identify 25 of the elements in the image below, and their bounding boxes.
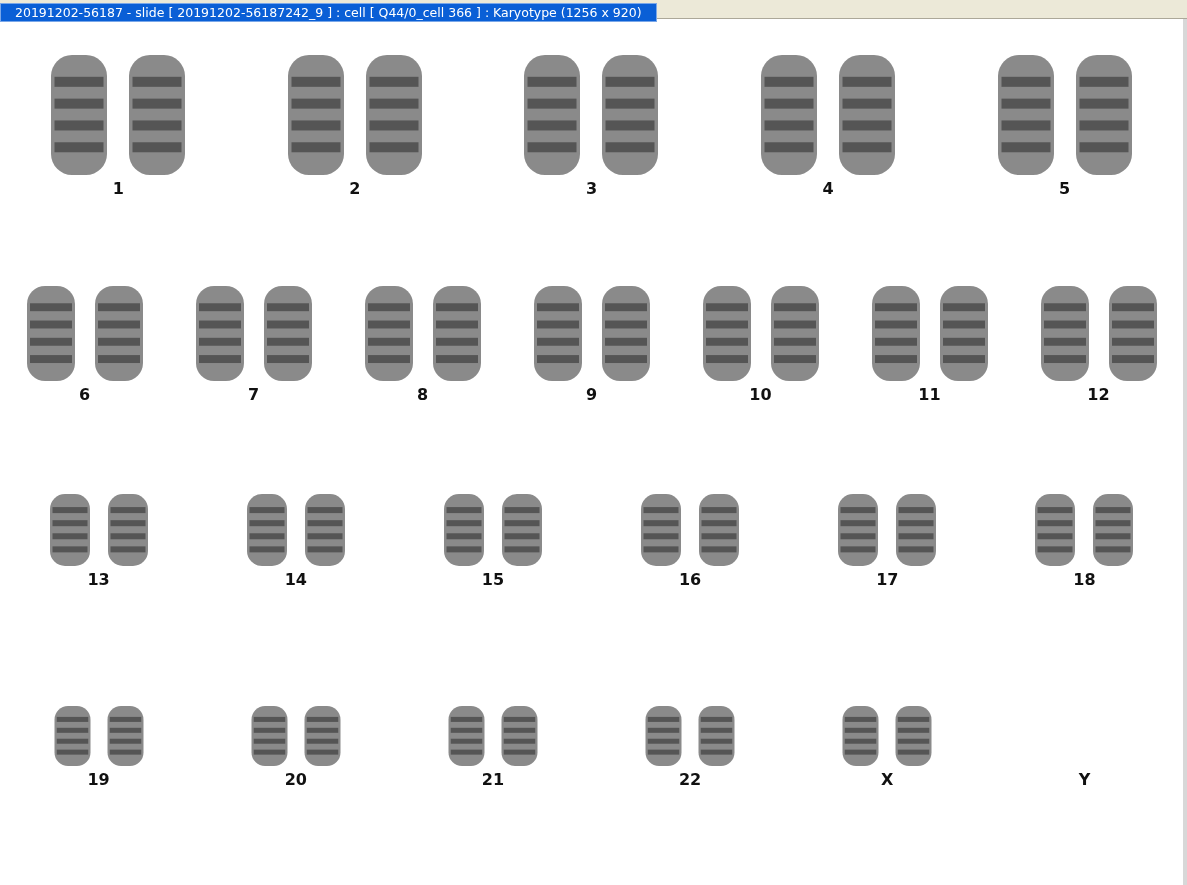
window-title: 20191202-56187 - slide [ 20191202-56187242_9 ] : cell [ Q44/0_cell 366 ] : Karyotype (1256 x 920) — [0, 3, 657, 22]
chromosome-label: 11 — [918, 385, 941, 405]
chromosome-label: 19 — [87, 770, 110, 790]
chromosome-label: 1 — [112, 179, 124, 199]
chromosome-label: 12 — [1087, 385, 1110, 405]
chromosome-label: 20 — [284, 770, 307, 790]
chromosome-label: 3 — [585, 179, 598, 199]
chromosome-label: X — [881, 770, 894, 790]
chromosome-label: 18 — [1073, 570, 1096, 590]
chromosome-label: 10 — [749, 385, 772, 405]
chromosome-label: 13 — [87, 570, 110, 590]
chromosome-label: 7 — [247, 385, 260, 405]
chromosome-label: 6 — [78, 385, 91, 405]
chromosome-label: 14 — [284, 570, 307, 590]
chromosome-label: 8 — [416, 385, 429, 405]
chromosome-label: 2 — [349, 179, 361, 199]
chromosome-label: 22 — [678, 770, 702, 790]
chromosome-label: 21 — [481, 770, 505, 790]
chromosome-label: 16 — [678, 570, 702, 590]
chromosome-label: 4 — [822, 179, 834, 199]
chromosome-label: Y — [1078, 770, 1091, 790]
chromosome-label: 5 — [1059, 179, 1071, 199]
chromosome-label: 15 — [481, 570, 505, 590]
chromosome-label: 17 — [876, 570, 899, 590]
chromosome-label: 9 — [585, 385, 598, 405]
